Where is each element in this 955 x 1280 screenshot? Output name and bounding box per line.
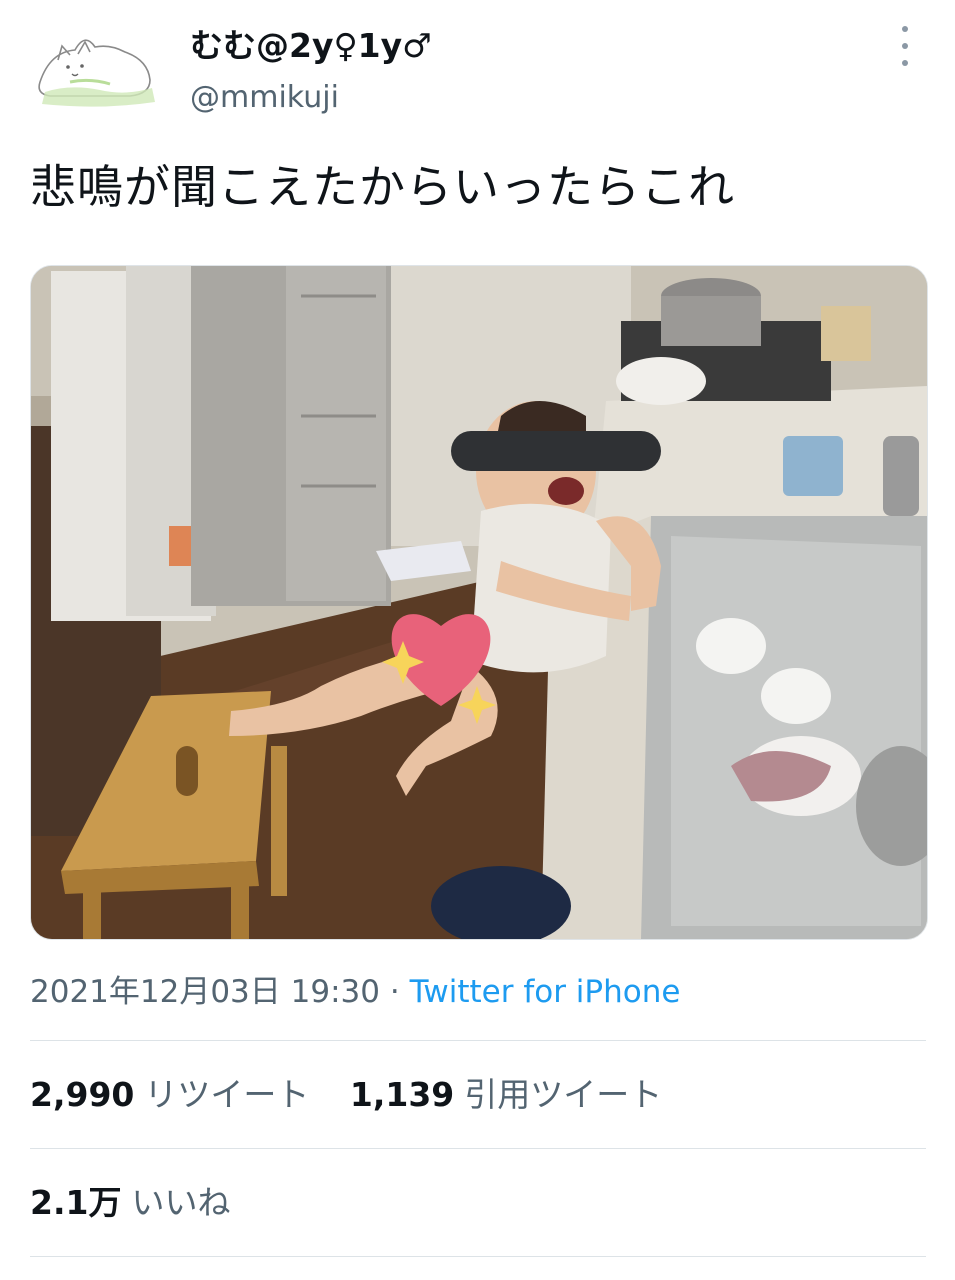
tweet-header: むむ@2y♀1y♂ @mmikuji: [30, 22, 925, 122]
divider: [30, 1148, 926, 1149]
quotes-label: 引用ツイート: [464, 1075, 663, 1114]
quotes-count: 1,139: [349, 1075, 455, 1114]
quotes-stat[interactable]: 1,139 引用ツイート: [350, 1070, 662, 1120]
user-block: むむ@2y♀1y♂ @mmikuji: [190, 26, 432, 116]
stats-row: 2,990 リツイート 1,139 引用ツイート: [30, 1070, 692, 1120]
retweets-count: 2,990: [30, 1075, 135, 1114]
display-name[interactable]: むむ@2y♀1y♂: [190, 26, 432, 66]
more-dot: [902, 43, 908, 49]
retweets-label: リツイート: [144, 1075, 310, 1114]
likes-label: いいね: [131, 1183, 231, 1222]
retweets-stat[interactable]: 2,990 リツイート: [30, 1070, 309, 1120]
user-handle[interactable]: @mmikuji: [190, 80, 432, 116]
more-vertical-icon[interactable]: [893, 26, 917, 66]
divider: [30, 1040, 926, 1041]
likes-row: 2.1万 いいね: [30, 1178, 260, 1228]
more-dot: [902, 26, 908, 32]
tweet-text: 悲鳴が聞こえたからいったらこれ: [30, 160, 735, 214]
avatar[interactable]: [30, 22, 160, 112]
kitchen-photo-illustration: [31, 266, 927, 939]
source-link[interactable]: Twitter for iPhone: [410, 974, 681, 1010]
more-dot: [902, 60, 908, 66]
meta-separator: ·: [389, 974, 400, 1010]
tweet-meta: 2021年12月03日 19:30 · Twitter for iPhone: [30, 970, 680, 1014]
likes-count: 2.1万: [30, 1183, 122, 1222]
tweet-photo[interactable]: [30, 265, 928, 940]
divider: [30, 1256, 926, 1257]
timestamp[interactable]: 2021年12月03日 19:30: [30, 974, 380, 1010]
likes-stat[interactable]: 2.1万 いいね: [30, 1178, 230, 1228]
